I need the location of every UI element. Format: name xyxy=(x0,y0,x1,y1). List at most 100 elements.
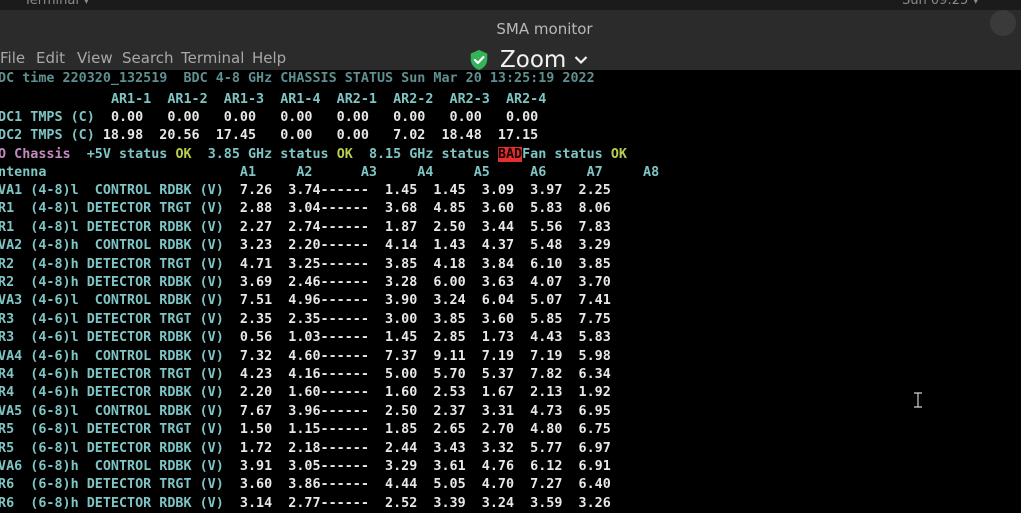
antenna-value: 9.11 xyxy=(433,348,466,364)
antenna-value: 6.04 xyxy=(481,293,515,309)
antenna-row: CR6 (6-8)h DETECTOR TRGT (V) 3.60 3.86--… xyxy=(0,476,611,494)
antenna-value: 1.50 xyxy=(239,422,273,438)
antenna-value: 5.98 xyxy=(578,348,611,364)
antenna-value: 4.96 xyxy=(288,293,321,309)
antenna-row: VVA2 (4-8)h CONTROL RDBK (V) 3.23 2.20--… xyxy=(0,237,611,255)
menu-terminal[interactable]: Terminal xyxy=(181,49,244,67)
antenna-value: 5.77 xyxy=(530,440,563,456)
antenna-value: 3.61 xyxy=(433,459,466,474)
antenna-value: 4.71 xyxy=(239,256,273,272)
antenna-header-label: Antenna xyxy=(0,165,47,180)
antenna-value: 3.85 xyxy=(433,311,466,327)
menu-view[interactable]: View xyxy=(77,49,113,67)
antenna-value: 3.60 xyxy=(481,201,515,217)
antenna-value: 2.25 xyxy=(578,183,611,198)
antenna-value: 3.31 xyxy=(481,403,515,419)
antenna-value: 2.37 xyxy=(433,403,466,419)
antenna-row: CR2 (4-8)h DETECTOR RDBK (V) 3.69 2.46--… xyxy=(0,274,611,292)
system-top-bar: Terminal ▾ Sun 09:25 ▾ xyxy=(0,0,1021,10)
antenna-row: VVA5 (6-8)l CONTROL RDBK (V) 7.67 3.96--… xyxy=(0,403,611,421)
menu-help[interactable]: Help xyxy=(252,49,286,67)
app-menu[interactable]: Terminal ▾ xyxy=(24,0,90,8)
antenna-row-label: CR6 (6-8)h DETECTOR TRGT (V) xyxy=(0,477,224,493)
antenna-value: 3.90 xyxy=(385,293,418,309)
antenna-value: 2.20 xyxy=(288,238,321,254)
antenna-value: 7.41 xyxy=(578,293,611,309)
antenna-value: 6.10 xyxy=(530,256,563,272)
antenna-value: 1.67 xyxy=(481,385,515,401)
antenna-row: CR4 (4-6)h DETECTOR TRGT (V) 4.23 4.16--… xyxy=(0,366,611,384)
antenna-value: 1.45 xyxy=(385,183,418,198)
antenna-value: 7.32 xyxy=(239,348,273,364)
antenna-value: 1.73 xyxy=(481,330,515,346)
antenna-value: 3.85 xyxy=(578,256,611,272)
antenna-row-label: CR4 (4-6)h DETECTOR TRGT (V) xyxy=(0,367,224,382)
antenna-value: 3.86 xyxy=(288,477,321,493)
antenna-column-header: A8 xyxy=(643,165,660,180)
menu-search[interactable]: Search xyxy=(122,49,174,67)
tmps-header: AR1-1 AR1-2 AR1-3 AR1-4 AR2-1 AR2-2 AR2-… xyxy=(0,91,546,109)
antenna-row: VVA6 (6-8)h CONTROL RDBK (V) 3.91 3.05--… xyxy=(0,458,611,476)
antenna-value: ------ xyxy=(320,275,369,290)
antenna-row-label: VVA3 (4-6)l CONTROL RDBK (V) xyxy=(0,293,224,309)
window-title: SMA monitor xyxy=(496,20,593,38)
antenna-column-header: A2 xyxy=(296,165,313,180)
antenna-value: 3.00 xyxy=(385,311,418,327)
antenna-value: 2.35 xyxy=(239,311,273,327)
menu-file[interactable]: File xyxy=(0,49,25,67)
antenna-value: 6.97 xyxy=(578,440,611,456)
antenna-row-label: VVA2 (4-8)h CONTROL RDBK (V) xyxy=(0,238,224,254)
menu-edit[interactable]: Edit xyxy=(36,49,65,67)
antenna-value: 6.95 xyxy=(578,403,611,419)
lo-chassis-status: LO Chassis +5V status OK 3.85 GHz status… xyxy=(0,146,627,164)
antenna-value: 3.43 xyxy=(433,440,466,456)
antenna-row-label: CR3 (4-6)l DETECTOR TRGT (V) xyxy=(0,311,224,327)
terminal-output[interactable]: BDC time 220320_132519 BDC 4-8 GHz CHASS… xyxy=(0,70,1021,513)
antenna-value: 2.85 xyxy=(433,330,466,346)
antenna-value: 2.44 xyxy=(385,440,418,456)
antenna-row-label: CR2 (4-8)h DETECTOR RDBK (V) xyxy=(0,275,224,290)
antenna-value: 1.45 xyxy=(385,330,418,346)
antenna-value: 7.75 xyxy=(578,311,611,327)
status-fan-label: Fan status xyxy=(522,147,603,162)
antenna-column-header: A3 xyxy=(360,165,377,180)
antenna-value: 6.34 xyxy=(578,367,611,382)
antenna-row: CR5 (6-8)l DETECTOR RDBK (V) 1.72 2.18--… xyxy=(0,440,611,458)
antenna-value: 2.13 xyxy=(530,385,563,401)
antenna-row-label: CR2 (4-8)h DETECTOR TRGT (V) xyxy=(0,256,224,272)
antenna-value: 3.84 xyxy=(481,256,515,272)
antenna-column-header: A5 xyxy=(473,165,490,180)
chevron-down-icon xyxy=(575,56,588,65)
antenna-value: 3.60 xyxy=(239,477,273,493)
antenna-row: CR1 (4-8)l DETECTOR RDBK (V) 2.27 2.74--… xyxy=(0,219,611,237)
antenna-value: 4.18 xyxy=(433,256,466,272)
antenna-value: 4.16 xyxy=(288,367,321,382)
antenna-row-label: CR6 (6-8)h DETECTOR RDBK (V) xyxy=(0,495,224,511)
ibeam-cursor-icon xyxy=(914,392,922,408)
tmps-row-values: 0.00 0.00 0.00 0.00 0.00 0.00 0.00 0.00 xyxy=(110,110,539,125)
antenna-row: CR3 (4-6)l DETECTOR TRGT (V) 2.35 2.35--… xyxy=(0,311,611,329)
antenna-value: 4.80 xyxy=(530,422,563,438)
antenna-value: 3.09 xyxy=(481,183,515,198)
antenna-value: 2.50 xyxy=(385,403,418,419)
antenna-value: 6.12 xyxy=(530,459,563,474)
antenna-value: 6.91 xyxy=(578,459,611,474)
status-815-label: 8.15 GHz status xyxy=(368,147,490,162)
antenna-value: 5.37 xyxy=(481,367,515,382)
antenna-value: 6.40 xyxy=(578,477,611,493)
antenna-header: Antenna A1 A2 A3 A4 A5 A6 A7 A8 xyxy=(0,164,659,182)
antenna-value: 8.06 xyxy=(578,201,611,217)
close-button[interactable] xyxy=(990,10,1016,36)
antenna-value: 1.43 xyxy=(433,238,466,254)
antenna-value: 3.44 xyxy=(481,219,515,235)
header-datetime: Sun Mar 20 13:25:19 2022 xyxy=(401,71,595,86)
antenna-value: 2.18 xyxy=(288,440,321,456)
antenna-value: 3.69 xyxy=(239,275,273,290)
antenna-value: 1.60 xyxy=(288,385,321,401)
antenna-value: 2.46 xyxy=(288,275,321,290)
antenna-value: ------ xyxy=(320,256,369,272)
clock[interactable]: Sun 09:25 ▾ xyxy=(902,0,979,8)
antenna-value: ------ xyxy=(320,238,369,254)
status-5v-value: OK xyxy=(175,147,192,162)
antenna-value: ------ xyxy=(320,459,369,474)
